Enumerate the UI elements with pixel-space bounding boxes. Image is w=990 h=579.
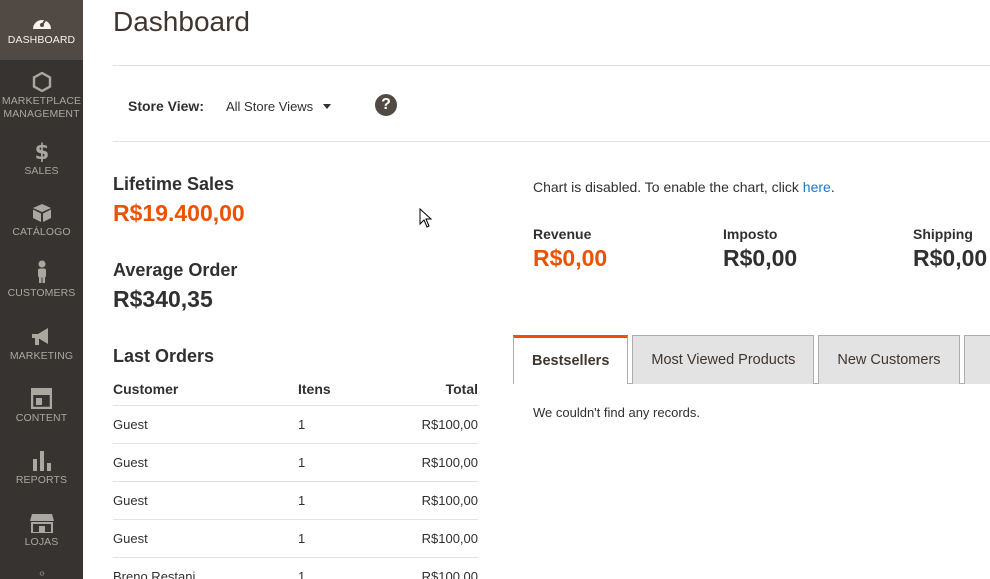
hexagon-icon <box>32 72 51 92</box>
main-content: Dashboard Store View: All Store Views ? … <box>83 0 990 579</box>
column-header-total: Total <box>388 374 478 406</box>
empty-records-message: We couldn't find any records. <box>533 405 700 420</box>
shipping-label: Shipping <box>913 226 973 242</box>
table-row[interactable]: Guest 1 R$100,00 <box>113 443 478 482</box>
sidebar-item-label: CONTENT <box>15 412 68 424</box>
tab-bestsellers[interactable]: Bestsellers <box>513 335 629 384</box>
dashboard-tabs: Bestsellers Most Viewed Products New Cus… <box>513 335 990 384</box>
store-icon <box>29 514 54 533</box>
tax-label: Imposto <box>723 226 778 242</box>
sidebar-item-dashboard[interactable]: DASHBOARD <box>0 0 83 60</box>
person-icon <box>37 260 46 283</box>
caret-down-icon <box>323 104 332 109</box>
order-items: 1 <box>298 443 388 482</box>
store-view-selected: All Store Views <box>226 99 314 114</box>
store-view-label: Store View: <box>128 98 204 114</box>
sidebar-item-customers[interactable]: CUSTOMERS <box>0 260 83 304</box>
sidebar-item-label: CUSTOMERS <box>7 287 76 299</box>
column-header-customer: Customer <box>113 374 298 406</box>
table-row[interactable]: Guest 1 R$100,00 <box>113 519 478 558</box>
sidebar-item-marketplace[interactable]: MARKETPLACE MANAGEMENT <box>0 72 83 127</box>
sidebar-item-label: CATÁLOGO <box>12 226 71 238</box>
last-orders-table: Customer Itens Total Guest 1 R$100,00 Gu… <box>113 374 478 579</box>
order-customer: Guest <box>113 405 298 444</box>
sidebar-item-catalog[interactable]: CATÁLOGO <box>0 203 83 243</box>
sidebar-item-stores[interactable]: LOJAS <box>0 513 83 553</box>
store-view-dropdown[interactable]: All Store Views <box>226 99 332 114</box>
sidebar-item-more[interactable] <box>0 571 83 579</box>
lifetime-sales-title: Lifetime Sales <box>113 174 235 194</box>
shipping-value: R$0,00 <box>913 245 988 271</box>
bar-chart-icon <box>32 451 51 471</box>
gear-icon <box>39 571 44 576</box>
box-icon <box>32 204 51 222</box>
order-customer: Guest <box>113 519 298 558</box>
tab-most-viewed-products[interactable]: Most Viewed Products <box>632 335 815 384</box>
table-header-row: Customer Itens Total <box>113 374 478 406</box>
header-divider <box>113 65 990 66</box>
sidebar-item-reports[interactable]: REPORTS <box>0 450 83 490</box>
chart-message-suffix: . <box>830 179 835 195</box>
tax-value: R$0,00 <box>723 245 798 271</box>
sidebar-item-content[interactable]: CONTENT <box>0 388 83 428</box>
table-row[interactable]: Guest 1 R$100,00 <box>113 481 478 520</box>
tab-new-customers[interactable]: New Customers <box>818 335 960 384</box>
sidebar-item-label: REPORTS <box>15 474 68 486</box>
enable-chart-link[interactable]: here <box>803 179 831 195</box>
revenue-label: Revenue <box>533 226 592 242</box>
order-customer: Guest <box>113 443 298 482</box>
dollar-icon: $ <box>34 140 49 162</box>
sidebar-item-label: DASHBOARD <box>7 34 76 46</box>
page-title: Dashboard <box>113 6 250 37</box>
sidebar-item-label: LOJAS <box>24 536 59 548</box>
sidebar-item-marketing[interactable]: MARKETING <box>0 327 83 367</box>
order-total: R$100,00 <box>388 443 478 482</box>
order-customer: Guest <box>113 481 298 520</box>
revenue-value: R$0,00 <box>533 245 608 271</box>
table-row[interactable]: Guest 1 R$100,00 <box>113 405 478 444</box>
svg-text:$: $ <box>34 140 49 162</box>
order-total: R$100,00 <box>388 405 478 444</box>
chart-disabled-message: Chart is disabled. To enable the chart, … <box>533 179 835 195</box>
help-icon[interactable]: ? <box>375 94 397 116</box>
megaphone-icon <box>31 328 48 345</box>
average-order-title: Average Order <box>113 260 238 280</box>
order-items: 1 <box>298 557 388 579</box>
layout-icon <box>31 388 52 409</box>
order-customer: Breno Restani <box>113 557 298 579</box>
order-items: 1 <box>298 519 388 558</box>
order-total: R$100,00 <box>388 481 478 520</box>
table-row[interactable]: Breno Restani 1 R$100,00 <box>113 557 478 579</box>
chart-message-text: Chart is disabled. To enable the chart, … <box>533 179 803 195</box>
order-total: R$100,00 <box>388 557 478 579</box>
last-orders-title: Last Orders <box>113 346 215 366</box>
sidebar-item-sales[interactable]: $ SALES <box>0 140 83 180</box>
order-items: 1 <box>298 405 388 444</box>
sidebar-item-label: MARKETING <box>9 350 74 362</box>
order-total: R$100,00 <box>388 519 478 558</box>
lifetime-sales-value: R$19.400,00 <box>113 200 245 226</box>
tab-more[interactable] <box>963 335 990 384</box>
store-view-divider <box>113 141 990 142</box>
sidebar-item-label: MARKETPLACE MANAGEMENT <box>1 95 82 120</box>
admin-sidebar: DASHBOARD MARKETPLACE MANAGEMENT $ SALES… <box>0 0 83 579</box>
column-header-items: Itens <box>298 374 388 406</box>
dashboard-icon <box>32 18 51 29</box>
order-items: 1 <box>298 481 388 520</box>
mouse-pointer-icon <box>419 208 433 228</box>
average-order-value: R$340,35 <box>113 286 213 312</box>
sidebar-item-label: SALES <box>24 165 59 177</box>
